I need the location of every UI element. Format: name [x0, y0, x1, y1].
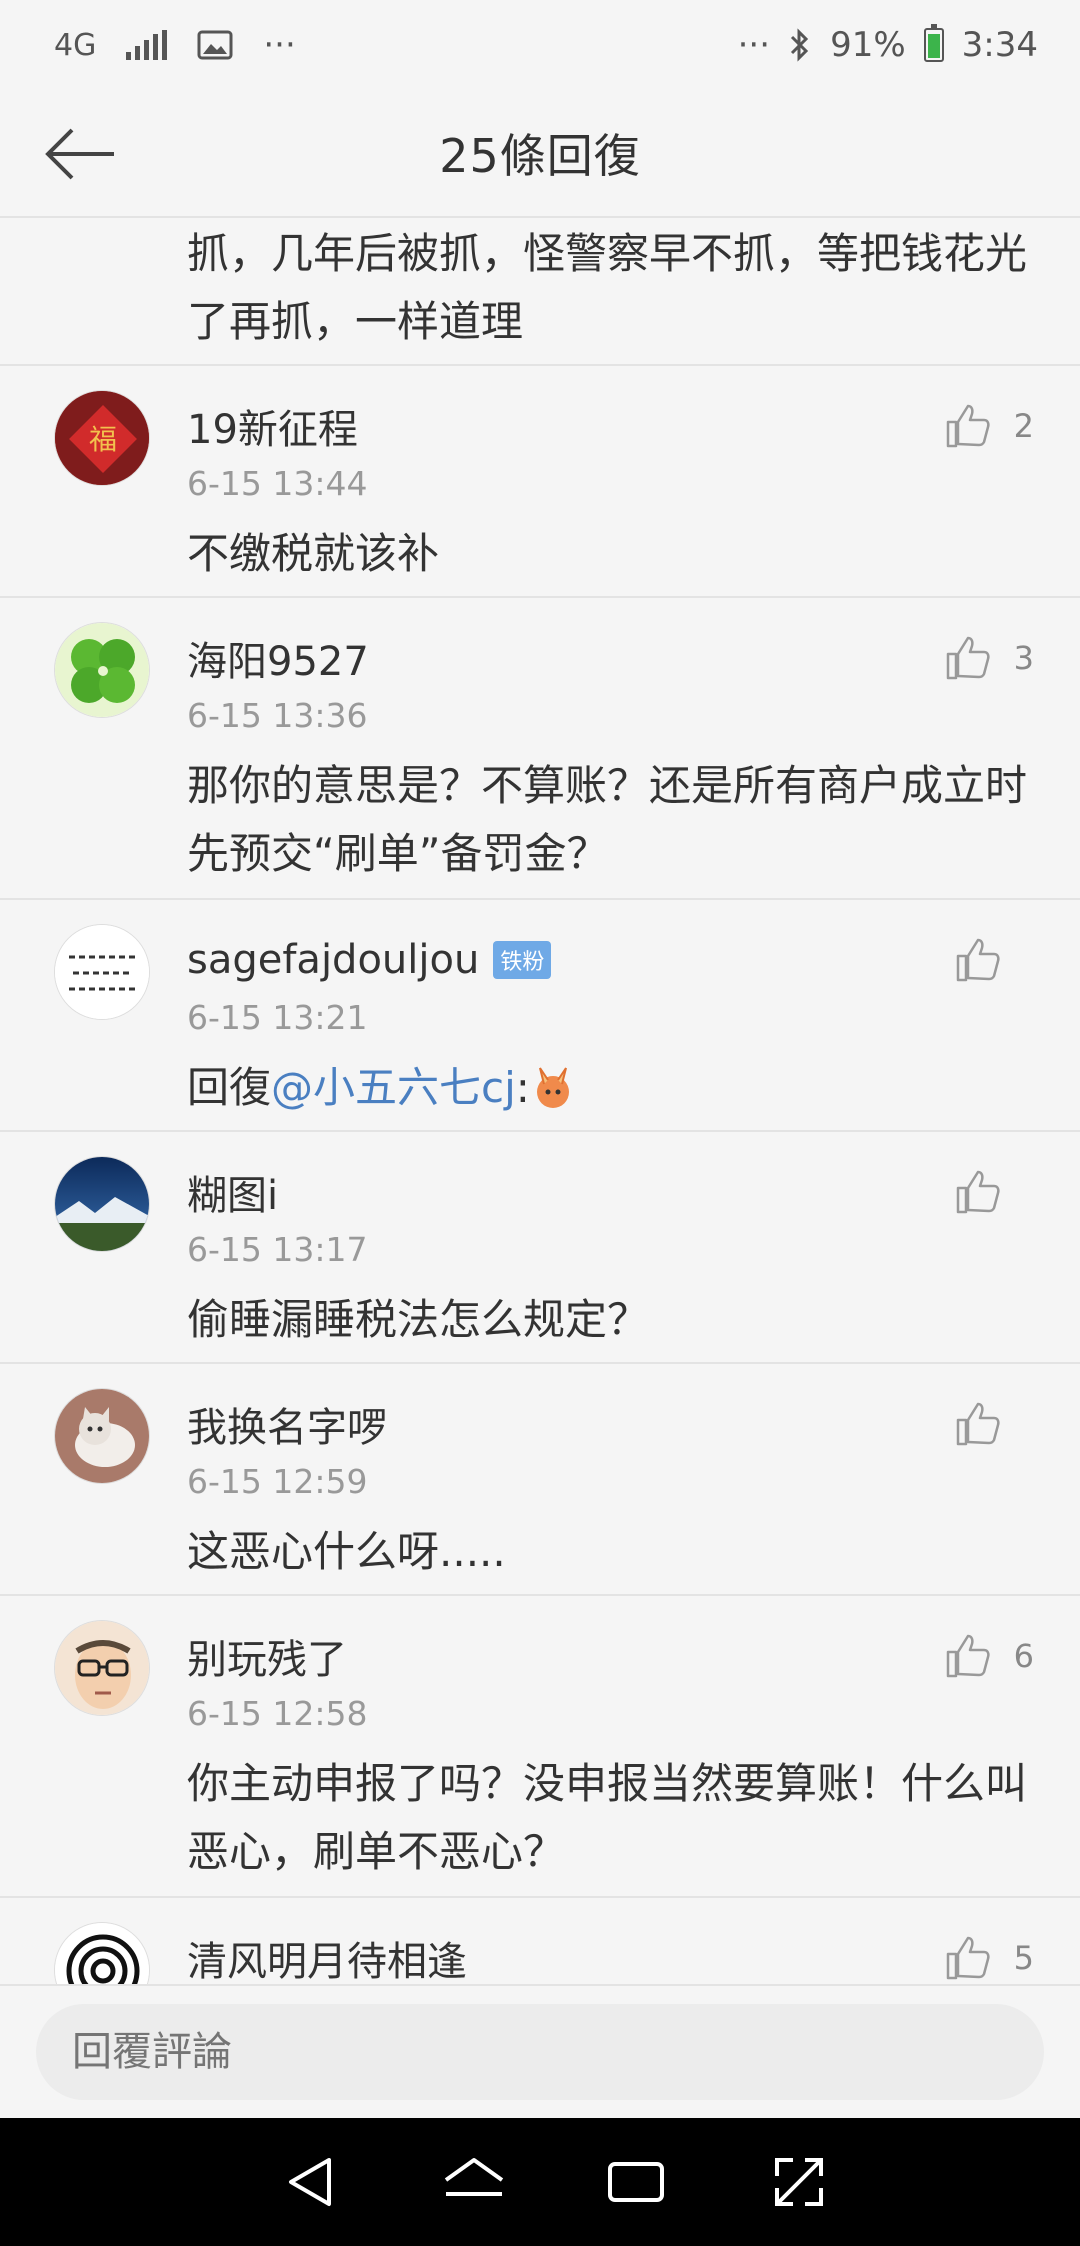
comment-text: 不缴税就该补	[187, 529, 440, 578]
comment-author[interactable]: 海阳9527	[187, 629, 369, 687]
triangle-back-icon	[289, 2158, 332, 2206]
comment-item[interactable]: 海阳9527 6-15 13:36 那你的意思是？不算账？还是所有商户成立时先预…	[0, 598, 1080, 900]
reply-bar	[0, 1984, 1080, 2118]
comment-author[interactable]: 19新征程	[187, 397, 358, 455]
comment-time: 6-15 13:21	[187, 998, 368, 1037]
thumbs-up-icon	[946, 404, 990, 448]
like-button[interactable]: 2	[944, 402, 1034, 450]
arrow-left-icon	[45, 128, 114, 180]
battery-icon	[923, 24, 944, 62]
comment-time: 6-15 13:36	[187, 696, 368, 735]
thumbs-up-icon	[956, 1402, 1000, 1446]
avatar[interactable]	[54, 1922, 150, 1984]
comment-list[interactable]: 抓，几年后被抓，怪警察早不抓，等把钱花光 了再抓，一样道理 福 19新征程 6-…	[0, 218, 1080, 1984]
more-icon: ···	[737, 25, 771, 65]
comment-text-line: 抓，几年后被抓，怪警察早不抓，等把钱花光	[187, 229, 1028, 278]
comment-text: 那你的意思是？不算账？还是所有商户成立时先预交“刷单”备罚金？	[187, 761, 1028, 878]
thumbs-up-icon	[956, 938, 1000, 982]
clock: 3:34	[961, 25, 1038, 65]
comment-text: 偷睡漏睡税法怎么规定？	[187, 1295, 650, 1344]
comment-time: 6-15 12:58	[187, 1694, 368, 1733]
comment-time: 6-15 13:44	[187, 464, 368, 503]
comment-item[interactable]: 福 19新征程 6-15 13:44 不缴税就该补 2	[0, 366, 1080, 598]
more-icon: ···	[263, 25, 296, 65]
nav-recents-button[interactable]	[596, 2142, 676, 2222]
comment-author[interactable]: 糊图i	[187, 1163, 278, 1221]
reply-suffix: :	[515, 1063, 530, 1112]
home-icon	[444, 2158, 503, 2196]
comment-time: 6-15 13:17	[187, 1230, 368, 1269]
comment-item[interactable]: sagefajdouljou 铁粉 6-15 13:21 回復@小五六七cj:	[0, 900, 1080, 1132]
comment-time: 6-15 12:59	[187, 1462, 368, 1501]
like-count: 3	[1013, 639, 1034, 677]
nav-fullscreen-button[interactable]	[759, 2142, 839, 2222]
avatar[interactable]: 福	[54, 390, 150, 486]
emoji-icon	[530, 1063, 576, 1112]
image-icon	[197, 30, 233, 60]
header: 25條回復	[0, 90, 1080, 218]
comment-author[interactable]: 别玩残了	[187, 1627, 347, 1685]
partial-comment: 抓，几年后被抓，怪警察早不抓，等把钱花光 了再抓，一样道理	[0, 218, 1080, 366]
page-title: 25條回復	[439, 129, 641, 183]
avatar[interactable]	[54, 924, 150, 1020]
recents-icon	[608, 2162, 665, 2202]
like-button[interactable]	[954, 936, 1024, 984]
thumbs-up-icon	[956, 1170, 1000, 1214]
avatar[interactable]	[54, 1388, 150, 1484]
like-count: 2	[1013, 407, 1034, 445]
comment-text: 你主动申报了吗？没申报当然要算账！什么叫恶心，刷单不恶心？	[187, 1759, 1028, 1876]
comment-text: 回復@小五六七cj:	[187, 1054, 1030, 1122]
avatar[interactable]	[54, 1620, 150, 1716]
like-button[interactable]: 5	[944, 1934, 1034, 1982]
comment-author[interactable]: 我换名字啰	[187, 1395, 387, 1453]
thumbs-up-icon	[946, 636, 990, 680]
comment-text-line: 了再抓，一样道理	[187, 297, 524, 346]
back-button[interactable]	[40, 122, 120, 186]
comment-text: 这恶心什么呀.....	[187, 1527, 506, 1576]
expand-icon	[774, 2158, 823, 2206]
signal-icon	[126, 30, 168, 60]
nav-home-button[interactable]	[434, 2142, 514, 2222]
comment-item[interactable]: 糊图i 6-15 13:17 偷睡漏睡税法怎么规定？	[0, 1132, 1080, 1364]
comment-author[interactable]: 清风明月待相逢	[187, 1929, 467, 1984]
status-bar: 4G ··· ··· 91% 3:34	[0, 0, 1080, 90]
svg-text:福: 福	[89, 423, 117, 456]
comment-item[interactable]: 清风明月待相逢 5	[0, 1898, 1080, 1984]
battery-percent: 91%	[830, 25, 906, 65]
reply-prefix: 回復	[187, 1063, 272, 1112]
like-button[interactable]: 3	[944, 634, 1034, 682]
bluetooth-icon	[788, 27, 812, 63]
system-nav-bar	[0, 2118, 1080, 2246]
comment-author[interactable]: sagefajdouljou	[187, 937, 479, 983]
avatar[interactable]	[54, 1156, 150, 1252]
network-indicator: 4G	[54, 27, 97, 63]
comment-item[interactable]: 我换名字啰 6-15 12:59 这恶心什么呀.....	[0, 1364, 1080, 1596]
nav-back-button[interactable]	[271, 2142, 351, 2222]
thumbs-up-icon	[946, 1634, 990, 1678]
like-count: 6	[1013, 1637, 1034, 1675]
fan-badge: 铁粉	[493, 941, 552, 979]
like-button[interactable]: 6	[944, 1632, 1034, 1680]
like-count: 5	[1013, 1939, 1034, 1977]
comment-item[interactable]: 别玩残了 6-15 12:58 你主动申报了吗？没申报当然要算账！什么叫恶心，刷…	[0, 1596, 1080, 1898]
thumbs-up-icon	[946, 1936, 990, 1980]
avatar[interactable]	[54, 622, 150, 718]
reply-input[interactable]	[36, 2004, 1044, 2100]
like-button[interactable]	[954, 1400, 1024, 1448]
like-button[interactable]	[954, 1168, 1024, 1216]
mention-link[interactable]: @小五六七cj	[271, 1063, 516, 1112]
